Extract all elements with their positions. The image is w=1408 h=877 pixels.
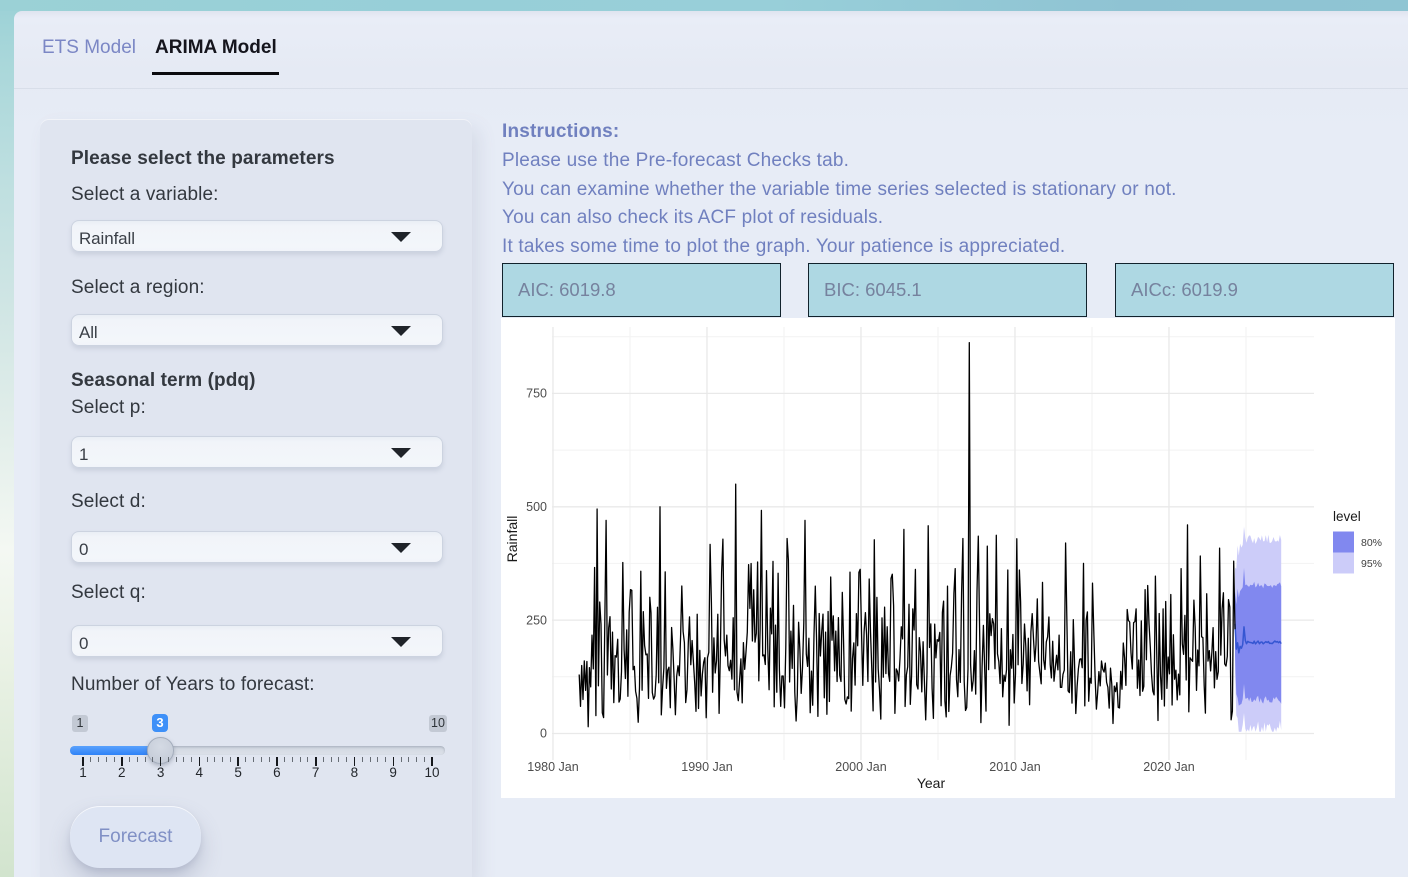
svg-text:750: 750 [526,387,547,401]
svg-text:80%: 80% [1361,537,1382,549]
svg-text:500: 500 [526,500,547,514]
svg-text:1980 Jan: 1980 Jan [527,760,578,774]
svg-text:level: level [1333,509,1361,524]
svg-text:Rainfall: Rainfall [504,516,520,563]
svg-text:2000 Jan: 2000 Jan [835,760,886,774]
svg-text:Year: Year [917,775,946,791]
svg-text:2020 Jan: 2020 Jan [1143,760,1194,774]
svg-text:250: 250 [526,613,547,627]
svg-text:95%: 95% [1361,558,1382,570]
svg-text:2010 Jan: 2010 Jan [989,760,1040,774]
svg-text:0: 0 [540,727,547,741]
svg-text:1990 Jan: 1990 Jan [681,760,732,774]
